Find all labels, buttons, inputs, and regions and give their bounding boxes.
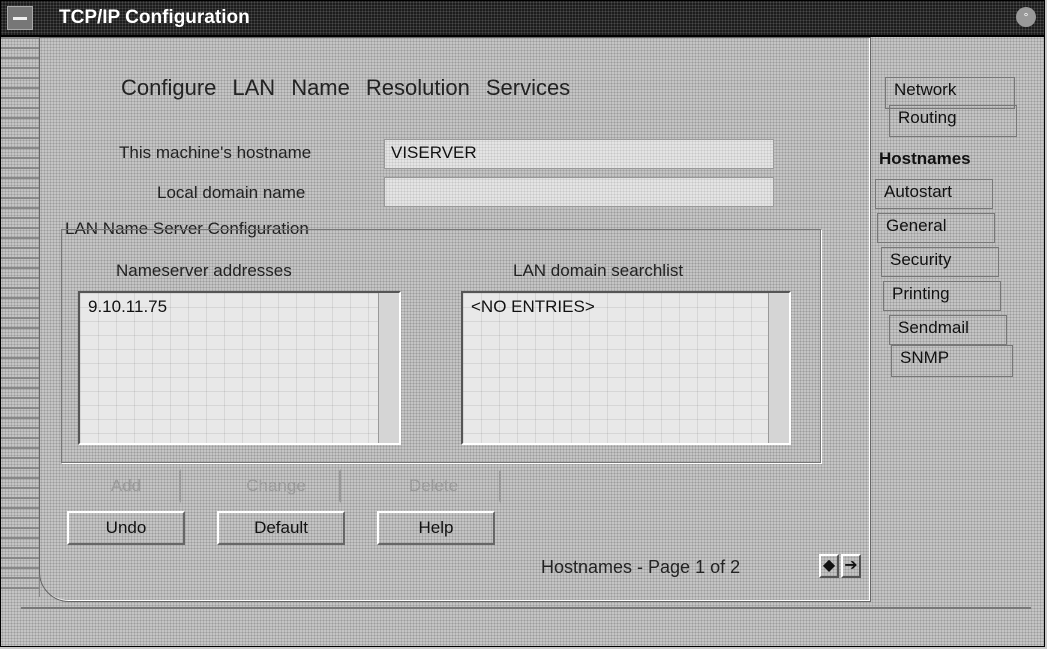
tab-hostnames[interactable]: Hostnames	[871, 147, 971, 177]
heading-word: Configure	[121, 75, 217, 100]
tab-printing[interactable]: Printing	[883, 281, 1001, 311]
delete-button[interactable]: Delete	[366, 469, 501, 503]
right-arrow-icon[interactable]: ➔	[841, 554, 861, 578]
scrollbar[interactable]	[768, 293, 789, 443]
tab-routing[interactable]: Routing	[889, 105, 1017, 137]
help-button[interactable]: Help	[377, 511, 495, 545]
close-icon[interactable]: °	[1016, 7, 1036, 27]
tab-sendmail[interactable]: Sendmail	[889, 315, 1007, 345]
undo-label: Undo	[105, 518, 147, 537]
tab-snmp[interactable]: SNMP	[891, 345, 1013, 377]
scrollbar[interactable]	[378, 293, 399, 443]
system-menu-icon[interactable]	[7, 6, 33, 30]
nameserver-listbox[interactable]: 9.10.11.75	[78, 291, 401, 445]
domain-label: Local domain name	[157, 183, 306, 202]
divider	[21, 607, 1031, 609]
hostname-label: This machine's hostname	[119, 143, 312, 162]
add-button[interactable]: Add	[71, 469, 181, 503]
list-item[interactable]: 9.10.11.75	[80, 293, 399, 321]
tab-autostart[interactable]: Autostart	[875, 179, 993, 209]
help-label: Help	[418, 518, 454, 537]
tab-security[interactable]: Security	[881, 247, 999, 277]
nameserver-header: Nameserver addresses	[116, 261, 292, 280]
notebook-binding	[1, 37, 40, 597]
default-label: Default	[254, 518, 308, 537]
page-heading: Configure LAN Name Resolution Services	[121, 75, 570, 101]
default-button[interactable]: Default	[217, 511, 345, 545]
change-button[interactable]: Change	[211, 469, 341, 503]
heading-word: LAN	[232, 75, 276, 100]
domain-field[interactable]	[384, 177, 774, 207]
window-title: TCP/IP Configuration	[59, 7, 250, 28]
tab-general[interactable]: General	[877, 213, 995, 243]
heading-word: Resolution	[365, 75, 470, 100]
undo-button[interactable]: Undo	[67, 511, 185, 545]
heading-word: Name	[291, 75, 350, 100]
tcpip-config-window: TCP/IP Configuration ° Configure LAN Nam…	[0, 0, 1045, 647]
left-arrow-icon[interactable]: ◆	[819, 554, 839, 578]
page-indicator: Hostnames - Page 1 of 2	[541, 557, 741, 577]
title-bar[interactable]: TCP/IP Configuration °	[1, 1, 1044, 37]
hostname-field[interactable]: VISERVER	[384, 139, 774, 169]
list-item[interactable]: <NO ENTRIES>	[463, 293, 789, 321]
searchlist-listbox[interactable]: <NO ENTRIES>	[461, 291, 791, 445]
searchlist-header: LAN domain searchlist	[513, 261, 684, 280]
heading-word: Services	[485, 75, 571, 100]
